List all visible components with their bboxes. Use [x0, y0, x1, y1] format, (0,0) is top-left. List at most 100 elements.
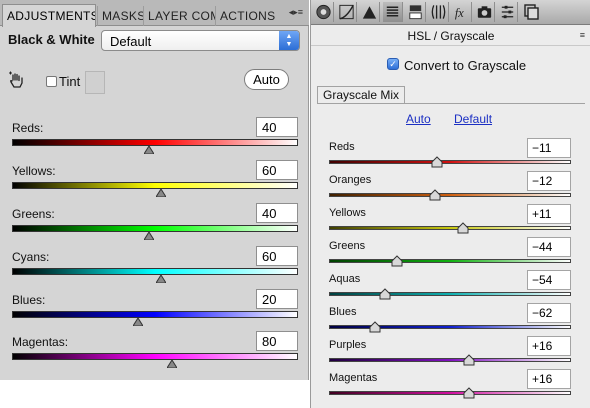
- slider-label: Yellows:: [12, 164, 56, 178]
- tint-label: Tint: [59, 74, 81, 89]
- slider-track[interactable]: [12, 182, 298, 189]
- slider-value-field[interactable]: +16: [527, 369, 571, 389]
- slider-label: Magentas: [329, 372, 378, 384]
- slider-label: Aquas: [329, 273, 361, 285]
- slider-value-field[interactable]: −54: [527, 270, 571, 290]
- slider-value-field[interactable]: 80: [256, 331, 298, 351]
- convert-to-grayscale-label: Convert to Grayscale: [404, 58, 527, 73]
- slider-label: Magentas:: [12, 335, 69, 349]
- slider-track[interactable]: [329, 193, 571, 197]
- slider-thumb-icon[interactable]: [379, 288, 391, 300]
- slider-value-field[interactable]: −62: [527, 303, 571, 323]
- slider-thumb-icon[interactable]: [155, 189, 166, 197]
- slider-thumb-icon[interactable]: [391, 255, 403, 267]
- slider-value-field[interactable]: −44: [527, 237, 571, 257]
- slider-cyans: Cyans: 60: [12, 246, 298, 286]
- slider-track[interactable]: [12, 139, 298, 146]
- slider-value-field[interactable]: −12: [527, 171, 571, 191]
- slider-value-field[interactable]: +11: [527, 204, 571, 224]
- slider-label: Reds: [329, 141, 355, 153]
- slider-reds: Reds: 40: [12, 117, 298, 157]
- panel-toolbar: fx: [311, 0, 590, 25]
- tint-checkbox[interactable]: [46, 76, 57, 87]
- default-link[interactable]: Default: [454, 112, 492, 126]
- slider-greens: Greens −44: [329, 237, 571, 270]
- menu-icon[interactable]: ≡: [580, 30, 585, 40]
- slider-thumb-icon[interactable]: [132, 318, 143, 326]
- svg-text:fx: fx: [455, 6, 464, 20]
- snapshots-icon[interactable]: [521, 2, 541, 22]
- slider-yellows: Yellows +11: [329, 204, 571, 237]
- tint-color-swatch[interactable]: [85, 71, 105, 94]
- targeted-adjustment-hand-icon[interactable]: [8, 71, 26, 89]
- tab-masks[interactable]: MASKS: [97, 6, 143, 26]
- auto-link[interactable]: Auto: [406, 112, 431, 126]
- preset-dropdown[interactable]: Default ▲ ▼: [101, 30, 300, 51]
- slider-magentas: Magentas: 80: [12, 331, 298, 371]
- slider-thumb-icon[interactable]: [167, 360, 178, 368]
- slider-value-field[interactable]: +16: [527, 336, 571, 356]
- tab-actions[interactable]: ACTIONS: [215, 6, 277, 26]
- curve-icon[interactable]: [337, 2, 357, 22]
- slider-blues: Blues: 20: [12, 289, 298, 329]
- slider-track[interactable]: [12, 268, 298, 275]
- slider-label: Greens:: [12, 207, 55, 221]
- slider-track[interactable]: [329, 259, 571, 263]
- chevron-up-down-icon: ▲ ▼: [279, 31, 299, 50]
- slider-thumb-icon[interactable]: [369, 321, 381, 333]
- slider-track[interactable]: [12, 225, 298, 232]
- slider-label: Purples: [329, 339, 367, 351]
- lens-icon[interactable]: [429, 2, 449, 22]
- slider-thumb-icon[interactable]: [463, 387, 475, 399]
- sharpen-icon[interactable]: [360, 2, 380, 22]
- slider-value-field[interactable]: 40: [256, 203, 298, 223]
- adjustments-panel: ADJUSTMENTS MASKS LAYER COM ACTIONS ◂▸≡ …: [0, 0, 309, 380]
- tab-layer-comps[interactable]: LAYER COM: [143, 6, 215, 26]
- slider-label: Greens: [329, 240, 366, 252]
- presets-icon[interactable]: [498, 2, 518, 22]
- slider-track[interactable]: [329, 325, 571, 329]
- slider-label: Reds:: [12, 121, 44, 135]
- slider-value-field[interactable]: 20: [256, 289, 298, 309]
- slider-track[interactable]: [12, 353, 298, 360]
- slider-thumb-icon[interactable]: [457, 222, 469, 234]
- tab-adjustments[interactable]: ADJUSTMENTS: [2, 4, 96, 27]
- hsl-icon[interactable]: [383, 2, 403, 22]
- slider-oranges: Oranges −12: [329, 171, 571, 204]
- adjustment-title: Black & White: [8, 32, 95, 47]
- slider-label: Blues:: [12, 293, 46, 307]
- slider-yellows: Yellows: 60: [12, 160, 298, 200]
- preset-value: Default: [110, 34, 152, 49]
- slider-value-field[interactable]: 60: [256, 160, 298, 180]
- split-tone-icon[interactable]: [406, 2, 426, 22]
- slider-track[interactable]: [329, 160, 571, 164]
- slider-value-field[interactable]: −11: [527, 138, 571, 158]
- slider-track[interactable]: [329, 391, 571, 395]
- slider-track[interactable]: [329, 226, 571, 230]
- menu-icon[interactable]: ◂▸≡: [289, 7, 303, 18]
- slider-track[interactable]: [12, 311, 298, 318]
- slider-label: Yellows: [329, 207, 366, 219]
- slider-thumb-icon[interactable]: [431, 156, 443, 168]
- slider-label: Oranges: [329, 174, 372, 186]
- auto-button[interactable]: Auto: [244, 69, 289, 90]
- slider-thumb-icon[interactable]: [463, 354, 475, 366]
- slider-track[interactable]: [329, 358, 571, 362]
- tab-grayscale-mix[interactable]: Grayscale Mix: [317, 86, 406, 104]
- slider-thumb-icon[interactable]: [155, 275, 166, 283]
- slider-thumb-icon[interactable]: [429, 189, 441, 201]
- slider-thumb-icon[interactable]: [144, 232, 155, 240]
- slider-magentas: Magentas +16: [329, 369, 571, 402]
- slider-reds: Reds −11: [329, 138, 571, 171]
- slider-label: Blues: [329, 306, 357, 318]
- camera-raw-hsl-panel: fx HSL / Grayscale ≡ ✓ Convert to Graysc…: [310, 0, 590, 408]
- fx-icon[interactable]: fx: [452, 2, 472, 22]
- slider-value-field[interactable]: 40: [256, 117, 298, 137]
- camera-icon[interactable]: [475, 2, 495, 22]
- slider-purples: Purples +16: [329, 336, 571, 369]
- aperture-icon[interactable]: [314, 2, 334, 22]
- convert-to-grayscale-checkbox[interactable]: ✓: [387, 58, 399, 70]
- slider-track[interactable]: [329, 292, 571, 296]
- slider-thumb-icon[interactable]: [144, 146, 155, 154]
- slider-value-field[interactable]: 60: [256, 246, 298, 266]
